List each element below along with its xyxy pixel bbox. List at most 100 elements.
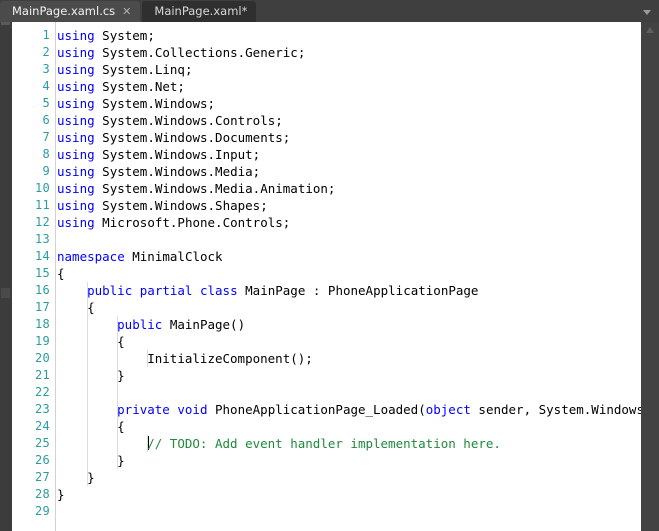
code-line[interactable]: private void PhoneApplicationPage_Loaded…	[117, 401, 641, 418]
code-line[interactable]: namespace MinimalClock	[57, 248, 223, 265]
line-number: 20	[12, 350, 50, 367]
code-line[interactable]: // TODO: Add event handler implementatio…	[147, 435, 501, 452]
vertical-scrollbar[interactable]	[641, 22, 659, 531]
code-line[interactable]: using System;	[57, 27, 155, 44]
line-number: 15	[12, 265, 50, 282]
code-comment: // TODO: Add event handler implementatio…	[147, 436, 501, 451]
code-keyword: namespace	[57, 249, 125, 264]
code-text: InitializeComponent();	[147, 351, 313, 366]
code-line[interactable]: using System.Collections.Generic;	[57, 44, 305, 61]
line-number: 10	[12, 180, 50, 197]
code-keyword: using	[57, 198, 95, 213]
line-number: 5	[12, 95, 50, 112]
code-text-area[interactable]: using System;using System.Collections.Ge…	[57, 22, 641, 531]
code-line[interactable]: }	[117, 452, 125, 469]
code-line[interactable]: using System.Windows.Documents;	[57, 129, 290, 146]
code-line[interactable]: {	[117, 333, 125, 350]
line-number: 16	[12, 282, 50, 299]
code-text: MinimalClock	[125, 249, 223, 264]
code-text	[132, 283, 140, 298]
tab-label: MainPage.xaml*	[154, 6, 247, 18]
code-line[interactable]: using System.Windows.Controls;	[57, 112, 283, 129]
code-line[interactable]: {	[57, 265, 65, 282]
code-keyword: using	[57, 45, 95, 60]
code-line[interactable]: using System.Linq;	[57, 61, 192, 78]
line-number: 27	[12, 469, 50, 486]
code-keyword: private	[117, 402, 170, 417]
left-strip-marker	[1, 288, 10, 298]
code-keyword: using	[57, 147, 95, 162]
line-number: 29	[12, 503, 50, 520]
code-keyword: using	[57, 62, 95, 77]
line-number: 22	[12, 384, 50, 401]
code-text	[192, 283, 200, 298]
line-number: 26	[12, 452, 50, 469]
code-line[interactable]: }	[57, 486, 65, 503]
code-keyword: public	[87, 283, 132, 298]
line-number: 8	[12, 146, 50, 163]
code-keyword: partial	[140, 283, 193, 298]
code-text: System.Collections.Generic;	[95, 45, 306, 60]
left-margin-strip	[0, 22, 12, 531]
line-number: 1	[12, 27, 50, 44]
code-line[interactable]: {	[87, 299, 95, 316]
code-line[interactable]: using System.Windows.Shapes;	[57, 197, 268, 214]
code-text: System.Windows.Input;	[95, 147, 261, 162]
line-number: 13	[12, 231, 50, 248]
code-text: System.Windows.Documents;	[95, 130, 291, 145]
code-text: MainPage()	[162, 317, 245, 332]
line-number: 28	[12, 486, 50, 503]
line-number: 3	[12, 61, 50, 78]
line-number: 18	[12, 316, 50, 333]
line-number: 23	[12, 401, 50, 418]
line-number: 2	[12, 44, 50, 61]
code-line[interactable]: using System.Windows.Media;	[57, 163, 260, 180]
code-text: System.Linq;	[95, 62, 193, 77]
code-text: {	[57, 266, 65, 281]
code-line[interactable]: using Microsoft.Phone.Controls;	[57, 214, 290, 231]
code-line[interactable]: using System.Windows;	[57, 95, 215, 112]
code-line[interactable]: public MainPage()	[117, 316, 245, 333]
code-keyword: class	[200, 283, 238, 298]
code-text: MainPage : PhoneApplicationPage	[238, 283, 479, 298]
code-line[interactable]: }	[87, 469, 95, 486]
line-number: 19	[12, 333, 50, 350]
code-text: {	[117, 419, 125, 434]
code-line[interactable]: using System.Windows.Media.Animation;	[57, 180, 335, 197]
code-keyword: using	[57, 164, 95, 179]
code-line[interactable]: InitializeComponent();	[147, 350, 313, 367]
code-line[interactable]: }	[117, 367, 125, 384]
code-text: System.Windows.Controls;	[95, 113, 283, 128]
triangle-up-icon[interactable]	[646, 27, 654, 33]
code-keyword: using	[57, 181, 95, 196]
code-text: System.Windows.Media;	[95, 164, 261, 179]
tab-bar: MainPage.xaml.cs✕ MainPage.xaml*	[0, 0, 659, 22]
line-number-gutter: 1234567891011121314151617181920212223242…	[12, 22, 56, 531]
code-editor-surface[interactable]: 1234567891011121314151617181920212223242…	[12, 22, 641, 531]
line-number: 6	[12, 112, 50, 129]
code-keyword: object	[426, 402, 471, 417]
code-text: System;	[95, 28, 155, 43]
line-number: 14	[12, 248, 50, 265]
code-keyword: using	[57, 28, 95, 43]
line-number: 21	[12, 367, 50, 384]
chevron-down-icon	[643, 10, 651, 15]
code-line[interactable]: using System.Net;	[57, 78, 185, 95]
left-strip-marker	[1, 22, 10, 25]
code-line[interactable]: public partial class MainPage : PhoneApp…	[87, 282, 478, 299]
line-number: 25	[12, 435, 50, 452]
tab-overflow-button[interactable]	[641, 6, 653, 18]
code-text: }	[87, 470, 95, 485]
code-keyword: void	[177, 402, 207, 417]
code-keyword: using	[57, 113, 95, 128]
code-text: }	[117, 368, 125, 383]
tab-mainpage-xaml-cs[interactable]: MainPage.xaml.cs✕	[0, 1, 140, 22]
tab-mainpage-xaml-[interactable]: MainPage.xaml*	[142, 1, 256, 22]
code-keyword: using	[57, 215, 95, 230]
code-text: }	[57, 487, 65, 502]
code-text: PhoneApplicationPage_Loaded(	[207, 402, 425, 417]
close-icon[interactable]: ✕	[122, 6, 131, 17]
code-keyword: public	[117, 317, 162, 332]
code-line[interactable]: using System.Windows.Input;	[57, 146, 260, 163]
code-line[interactable]: {	[117, 418, 125, 435]
